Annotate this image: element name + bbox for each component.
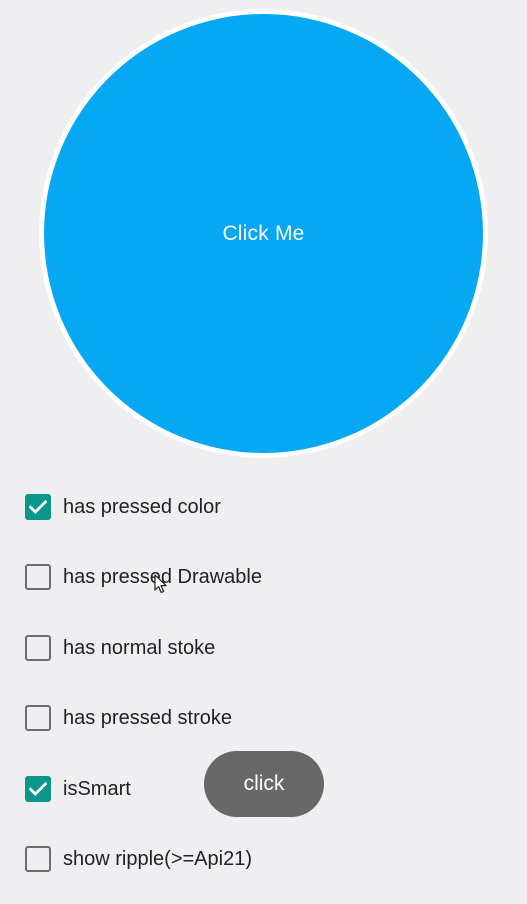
click-me-label: Click Me (222, 221, 305, 245)
option-label-show-ripple: show ripple(>=Api21) (63, 847, 252, 870)
checkbox-is-smart[interactable] (25, 776, 51, 802)
check-icon (29, 500, 47, 514)
option-label-has-pressed-drawable: has pressed Drawable (63, 565, 262, 588)
option-has-pressed-stroke[interactable]: has pressed stroke (25, 704, 232, 732)
checkbox-has-pressed-color[interactable] (25, 494, 51, 520)
option-has-pressed-drawable[interactable]: has pressed Drawable (25, 563, 262, 591)
check-icon (29, 782, 47, 796)
option-has-pressed-color[interactable]: has pressed color (25, 493, 221, 521)
option-label-is-smart: isSmart (63, 777, 131, 800)
checkbox-show-ripple[interactable] (25, 846, 51, 872)
checkbox-has-normal-stoke[interactable] (25, 635, 51, 661)
option-is-smart[interactable]: isSmart (25, 775, 131, 803)
option-label-has-pressed-color: has pressed color (63, 495, 221, 518)
option-label-has-pressed-stroke: has pressed stroke (63, 706, 232, 729)
option-has-normal-stoke[interactable]: has normal stoke (25, 634, 215, 662)
click-button[interactable]: click (204, 751, 324, 817)
click-me-circle-button[interactable]: Click Me (39, 9, 488, 458)
option-show-ripple[interactable]: show ripple(>=Api21) (25, 845, 252, 873)
option-label-has-normal-stoke: has normal stoke (63, 636, 216, 659)
checkbox-has-pressed-drawable[interactable] (25, 564, 51, 590)
click-me-circle-fill: Click Me (44, 14, 483, 453)
checkbox-has-pressed-stroke[interactable] (25, 705, 51, 731)
